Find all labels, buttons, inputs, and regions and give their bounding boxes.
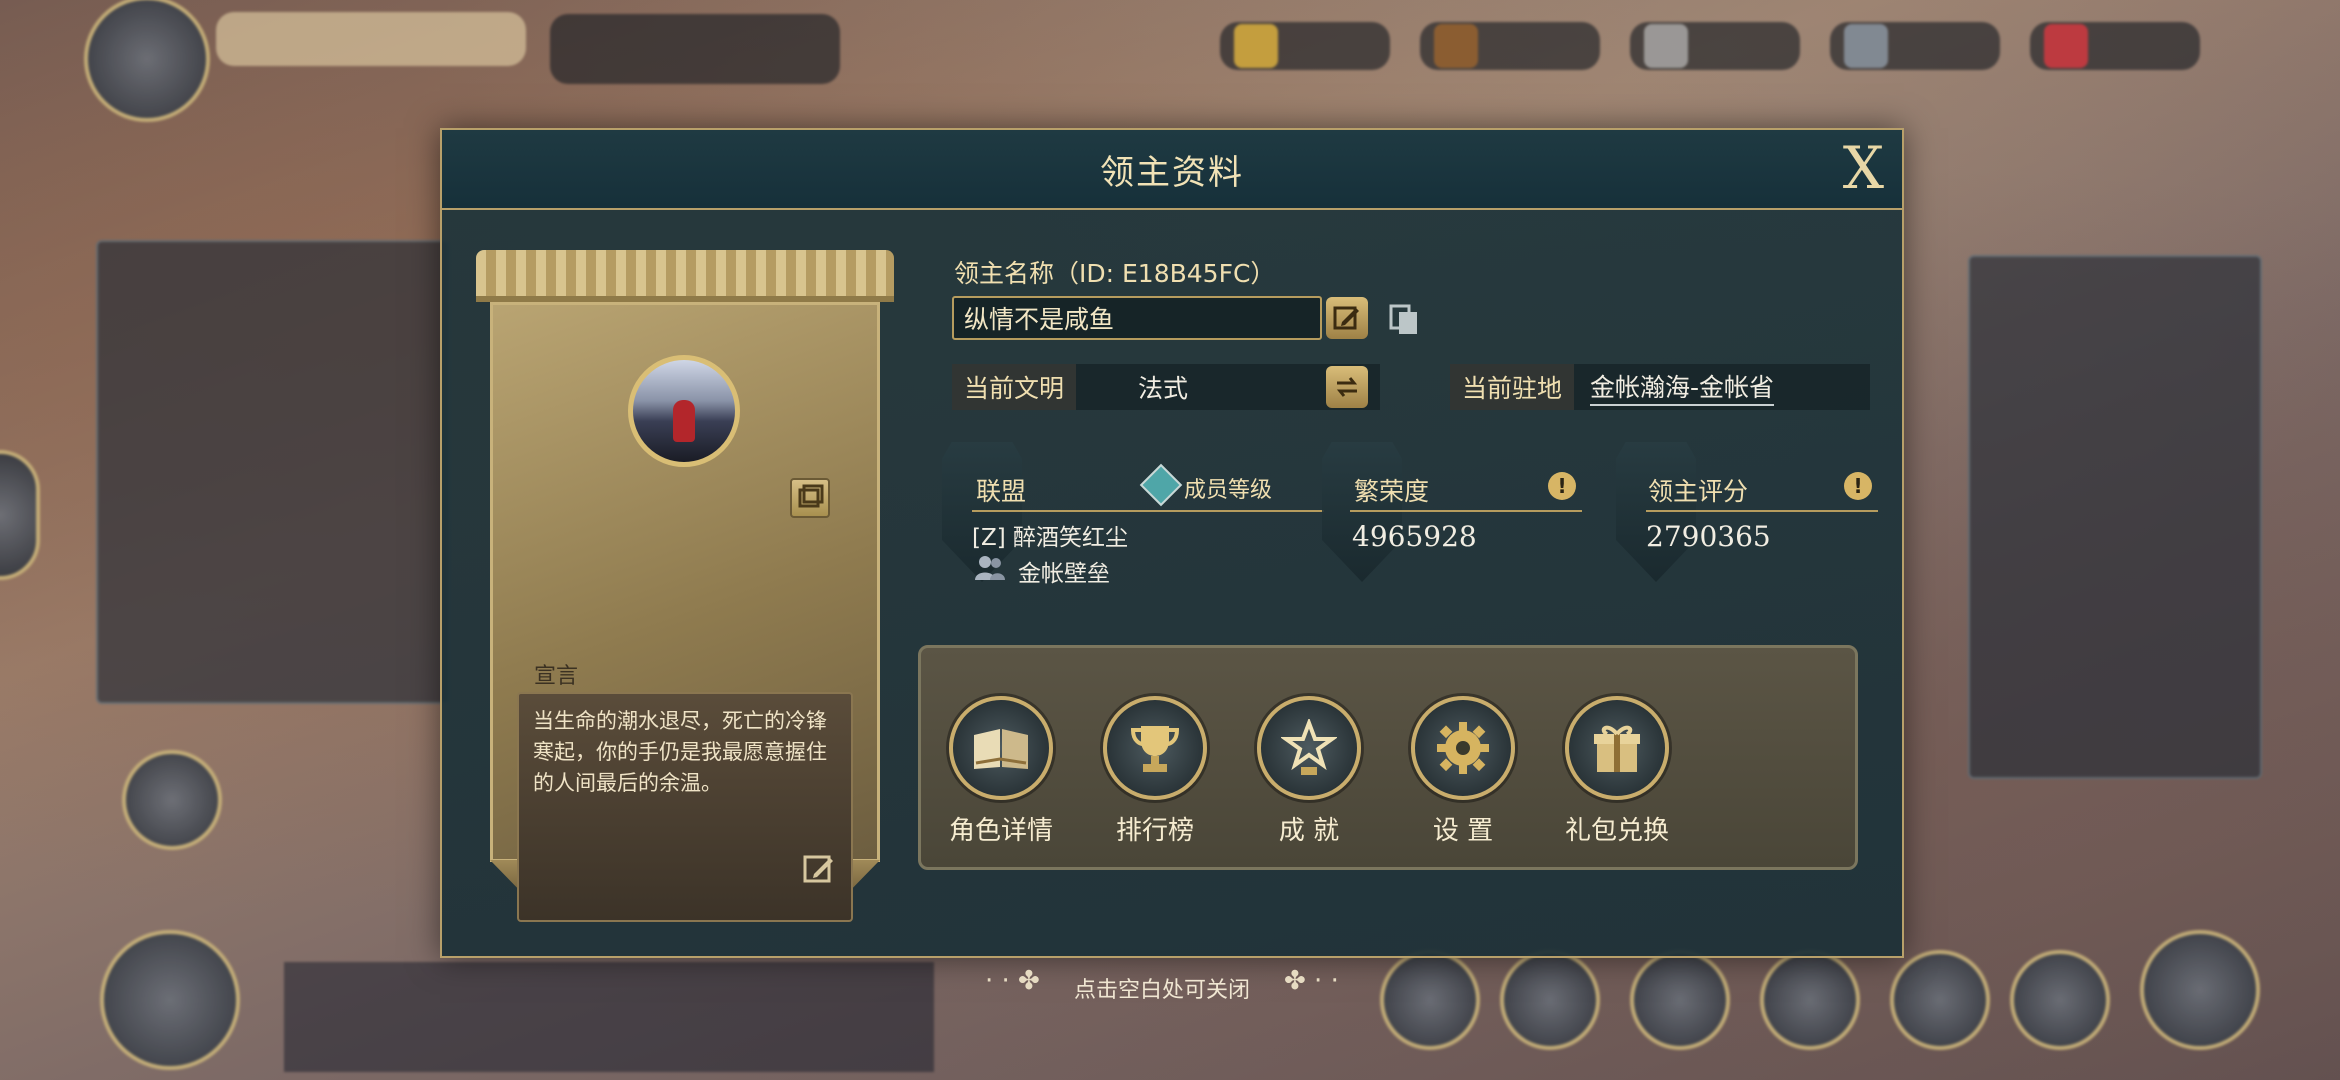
gift-redeem-button[interactable]: 礼包兑换 — [1552, 696, 1682, 847]
lord-name-value: 纵情不是咸鱼 — [964, 305, 1115, 334]
power-bar — [216, 12, 526, 66]
alliance-name[interactable]: [Z] 醉酒笑红尘 — [972, 518, 1128, 552]
station-row: 当前驻地 金帐瀚海-金帐省 — [1450, 364, 1870, 410]
server-info — [550, 14, 840, 84]
alliance-divider — [972, 510, 1324, 512]
copy-id-icon[interactable] — [1387, 302, 1423, 338]
gift-icon — [1565, 696, 1669, 800]
book-icon — [949, 696, 1053, 800]
civilization-row: 当前文明 法式 — [952, 364, 1380, 410]
resource-wood — [1420, 22, 1600, 70]
resource-food — [1220, 22, 1390, 70]
bottom-menu-5[interactable] — [1890, 950, 1990, 1050]
change-portrait-icon[interactable] — [790, 478, 830, 518]
civilization-label: 当前文明 — [952, 364, 1077, 410]
declaration-text: 当生命的潮水退尽，死亡的冷锋寒起，你的手仍是我最愿意握住的人间最后的余温。 — [533, 709, 827, 795]
lord-profile-dialog: 领主资料 X 宣言 当生命的潮水退尽，死亡的冷锋寒起，你的手仍是我最愿意握住的人… — [440, 128, 1904, 958]
lord-score-info-icon[interactable]: ! — [1844, 472, 1872, 500]
role-details-label: 角色详情 — [948, 816, 1053, 846]
alliance-title: 联盟 — [976, 477, 1027, 506]
left-arrow-button[interactable] — [0, 450, 40, 580]
build-hammer-button[interactable] — [122, 750, 222, 850]
station-label: 当前驻地 — [1450, 364, 1575, 410]
lord-score-badge-bg — [1616, 442, 1696, 582]
station-value[interactable]: 金帐瀚海-金帐省 — [1590, 368, 1775, 406]
leaderboard-label: 排行榜 — [1115, 816, 1194, 846]
chat-panel[interactable] — [284, 962, 934, 1072]
action-row: 角色详情 排行榜 成 就 设 置 礼包兑换 — [936, 696, 1682, 847]
dialog-title: 领主资料 — [1100, 152, 1244, 193]
edit-icon — [1333, 306, 1359, 330]
star-icon — [1257, 696, 1361, 800]
right-hero-panel — [1968, 255, 2262, 779]
settings-button[interactable]: 设 置 — [1398, 696, 1528, 847]
close-hint-ornament-right: ✤ · · — [1284, 966, 1339, 996]
leaderboard-button[interactable]: 排行榜 — [1090, 696, 1220, 847]
civilization-value: 法式 — [1138, 374, 1189, 403]
bottom-menu-6[interactable] — [2010, 950, 2110, 1050]
close-button[interactable]: X — [1843, 136, 1884, 200]
bottom-menu-7[interactable] — [2140, 930, 2260, 1050]
alliance-group-icon — [974, 554, 1006, 582]
member-rank-label[interactable]: 成员等级 — [1184, 472, 1272, 504]
dialog-titlebar: 领主资料 — [442, 130, 1902, 210]
avatar-figure — [673, 400, 695, 442]
resource-stone — [1630, 22, 1800, 70]
trophy-icon — [1103, 696, 1207, 800]
lord-score-divider — [1646, 510, 1878, 512]
lord-name-field: 纵情不是咸鱼 — [952, 296, 1322, 340]
close-hint-ornament-left: · · ✤ — [985, 966, 1040, 996]
lord-score-value: 2790365 — [1646, 520, 1771, 553]
switch-civilization-button[interactable] — [1326, 366, 1368, 408]
prosperity-divider — [1350, 510, 1582, 512]
bottom-menu-1[interactable] — [1380, 950, 1480, 1050]
settings-label: 设 置 — [1432, 816, 1494, 846]
player-avatar[interactable] — [84, 0, 210, 122]
lord-avatar[interactable] — [628, 355, 740, 467]
swap-icon — [1336, 377, 1358, 397]
prosperity-info-icon[interactable]: ! — [1548, 472, 1576, 500]
achievements-label: 成 就 — [1278, 816, 1340, 846]
gear-icon — [1411, 696, 1515, 800]
member-rank-icon[interactable] — [1139, 463, 1183, 507]
prosperity-title: 繁荣度 — [1354, 477, 1430, 506]
bottom-menu-2[interactable] — [1500, 950, 1600, 1050]
alliance-group-name: 金帐壁垒 — [1018, 561, 1110, 587]
edit-name-button[interactable] — [1326, 297, 1368, 339]
resource-iron — [1830, 22, 2000, 70]
prosperity-badge-bg — [1322, 442, 1402, 582]
gift-redeem-label: 礼包兑换 — [1564, 816, 1669, 846]
city-button[interactable] — [100, 930, 240, 1070]
lord-name-label: 领主名称（ID: E18B45FC） — [954, 259, 1276, 288]
prosperity-value: 4965928 — [1352, 520, 1477, 553]
lord-score-title: 领主评分 — [1648, 477, 1749, 506]
declaration-box: 当生命的潮水退尽，死亡的冷锋寒起，你的手仍是我最愿意握住的人间最后的余温。 — [517, 692, 853, 922]
portrait-frame-cornice — [476, 250, 894, 302]
declaration-label: 宣言 — [534, 664, 579, 689]
resource-gem — [2030, 22, 2200, 70]
bottom-menu-3[interactable] — [1630, 950, 1730, 1050]
role-details-button[interactable]: 角色详情 — [936, 696, 1066, 847]
achievements-button[interactable]: 成 就 — [1244, 696, 1374, 847]
edit-declaration-icon[interactable] — [802, 852, 836, 886]
bottom-menu-4[interactable] — [1760, 950, 1860, 1050]
close-hint: 点击空白处可关闭 — [1074, 978, 1251, 1003]
left-queue-panel — [96, 240, 450, 704]
